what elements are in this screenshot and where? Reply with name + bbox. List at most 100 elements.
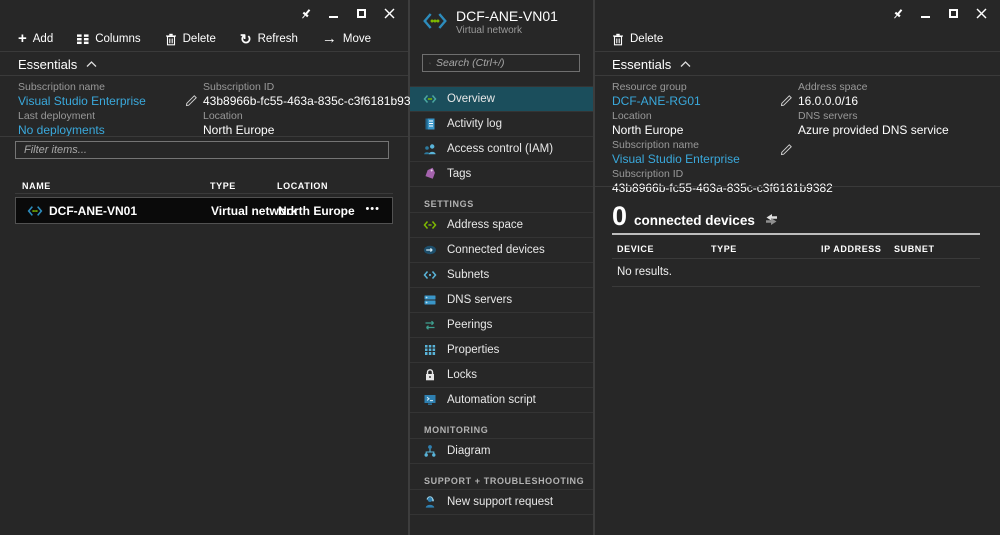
connected-devices-icon [763,213,780,226]
section-underline [612,233,980,235]
nav-section-monitoring: MONITORING [410,421,593,439]
left-toolbar: + Add Columns Delete ↻ Refresh → Move [0,27,408,51]
move-label: Move [343,33,371,45]
lock-icon [423,368,437,382]
nav-item-diagram[interactable]: Diagram [410,439,593,464]
move-button[interactable]: → Move [322,33,371,45]
column-header-ip-address: IP ADDRESS [821,244,882,254]
activity-log-icon [423,117,437,131]
delete-button[interactable]: Delete [612,33,663,46]
nav-label: Diagram [447,445,490,457]
menu-search [422,54,580,72]
nav-label: Automation script [447,394,536,406]
nav-label: Access control (IAM) [447,143,553,155]
delete-button[interactable]: Delete [165,33,216,46]
virtual-network-icon [422,8,448,37]
close-icon[interactable] [975,7,988,20]
dns-servers-value: Azure provided DNS service [798,123,949,137]
vnet-menu-blade: DCF-ANE-VN01 Virtual network Overview Ac… [410,0,593,535]
column-header-device: DEVICE [617,244,654,254]
pin-icon[interactable] [891,7,904,20]
subscription-name-link[interactable]: Visual Studio Enterprise [18,94,146,108]
blade-title: DCF-ANE-VN01 [456,8,558,25]
nav-label: Locks [447,369,477,381]
chevron-up-icon [680,61,691,68]
edit-address-space-pencil-icon[interactable] [780,94,793,107]
edit-pencil-icon[interactable] [185,94,198,107]
add-label: Add [33,33,53,45]
nav-label: DNS servers [447,294,512,306]
minimize-icon[interactable] [327,7,340,20]
maximize-icon[interactable] [355,7,368,20]
nav-item-automation-script[interactable]: Automation script [410,388,593,413]
nav-section-support: SUPPORT + TROUBLESHOOTING [410,472,593,490]
search-input[interactable] [436,57,573,69]
refresh-icon: ↻ [240,33,252,45]
nav-item-connected-devices[interactable]: Connected devices [410,238,593,263]
search-icon [429,58,431,69]
overview-content-blade: Delete Essentials Resource group DCF-ANE… [595,0,1000,535]
minimize-icon[interactable] [919,7,932,20]
delete-label: Delete [630,33,663,45]
maximize-icon[interactable] [947,7,960,20]
plus-icon: + [18,33,27,45]
column-header-name[interactable]: NAME [22,181,51,191]
subscription-name-link[interactable]: Visual Studio Enterprise [612,152,833,166]
nav-item-dns-servers[interactable]: DNS servers [410,288,593,313]
row-name: DCF-ANE-VN01 [49,204,137,218]
nav-label: Overview [447,93,495,105]
nav-label: Properties [447,344,499,356]
subscription-name-label: Subscription name [18,81,146,94]
subscription-id-value: 43b8966b-fc55-463a-835c-c3f6181b9382 [203,94,424,108]
dns-servers-icon [423,293,437,307]
table-row-vnet[interactable]: DCF-ANE-VN01 Virtual network North Europ… [15,197,393,224]
filter-input[interactable] [15,141,389,159]
columns-button[interactable]: Columns [77,33,140,45]
dns-servers-label: DNS servers [798,110,949,123]
column-header-type[interactable]: TYPE [210,181,236,191]
edit-subscription-pencil-icon[interactable] [780,143,793,156]
nav-label: New support request [447,496,553,508]
columns-label: Columns [95,33,140,45]
virtual-network-icon [27,203,43,219]
refresh-label: Refresh [258,33,298,45]
last-deployment-label: Last deployment [18,110,146,123]
refresh-button[interactable]: ↻ Refresh [240,33,298,45]
nav-item-activity-log[interactable]: Activity log [410,112,593,137]
right-toolbar: Delete [595,27,1000,51]
nav-item-subnets[interactable]: Subnets [410,263,593,288]
essentials-right-column: Address space 16.0.0.0/16 DNS servers Az… [798,81,949,139]
add-button[interactable]: + Add [18,33,53,45]
properties-icon [423,343,437,357]
nav-label: Tags [447,168,471,180]
pin-icon[interactable] [299,7,312,20]
trash-icon [165,33,177,46]
last-deployment-link[interactable]: No deployments [18,123,146,137]
blade-subtitle: Virtual network [456,25,558,37]
nav-item-peerings[interactable]: Peerings [410,313,593,338]
connected-devices-icon [423,243,437,257]
close-icon[interactable] [383,7,396,20]
nav-label: Activity log [447,118,502,130]
nav-item-address-space[interactable]: Address space [410,213,593,238]
essentials-header[interactable]: Essentials [0,53,408,75]
nav-item-properties[interactable]: Properties [410,338,593,363]
column-header-location[interactable]: LOCATION [277,181,328,191]
connected-devices-title: connected devices [634,213,755,228]
access-control-icon [423,142,437,156]
delete-label: Delete [183,33,216,45]
nav-item-locks[interactable]: Locks [410,363,593,388]
automation-script-icon [423,393,437,407]
blade-nav: Overview Activity log Access control (IA… [410,86,593,515]
subscription-id-label: Subscription ID [203,81,424,94]
tag-icon [423,167,437,181]
nav-item-tags[interactable]: Tags [410,162,593,187]
nav-item-access-control[interactable]: Access control (IAM) [410,137,593,162]
nav-item-overview[interactable]: Overview [410,87,593,112]
essentials-header[interactable]: Essentials [595,53,1000,75]
overview-icon [423,92,437,106]
row-context-menu-button[interactable]: ••• [365,203,380,215]
support-request-icon [423,495,437,509]
subscription-name-label: Subscription name [612,139,833,152]
nav-item-new-support-request[interactable]: New support request [410,490,593,515]
